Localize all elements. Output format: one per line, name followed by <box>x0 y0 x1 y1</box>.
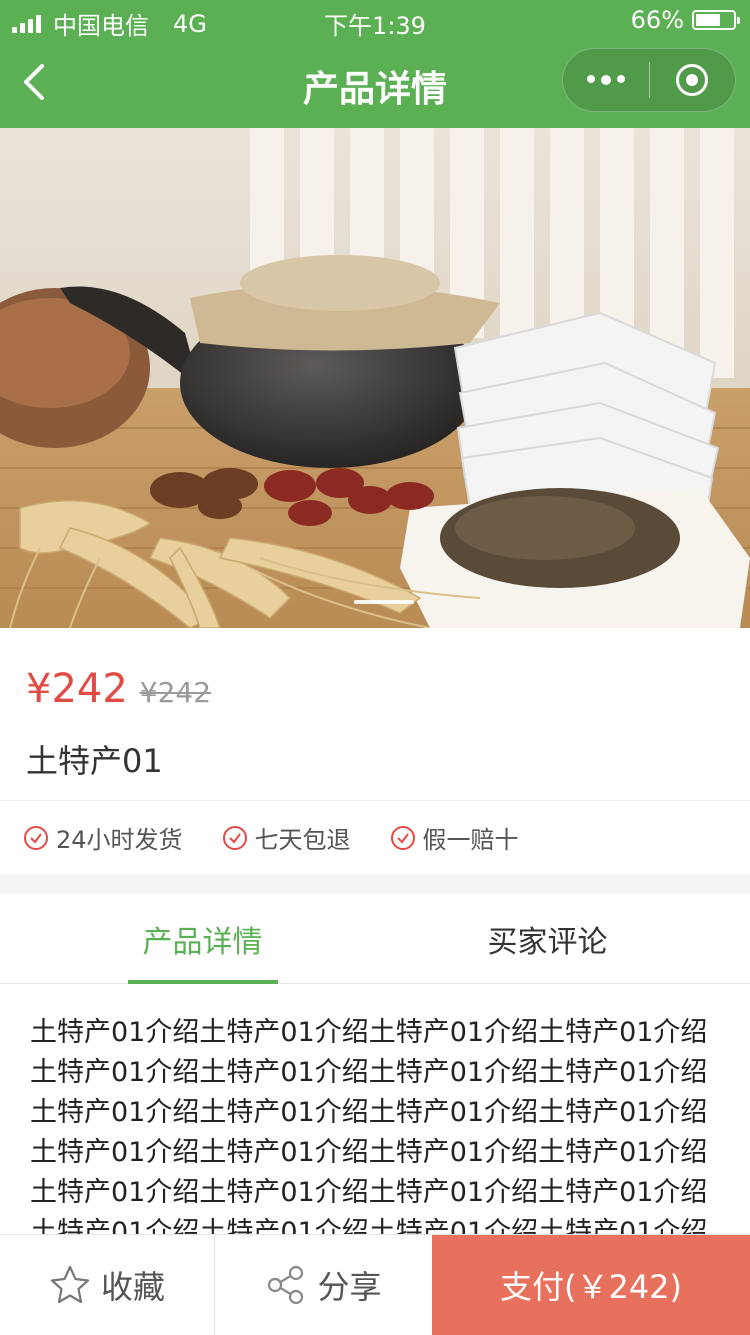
guarantee-label: 假一赔十 <box>422 826 519 854</box>
guarantee-label: 24小时发货 <box>56 826 183 854</box>
carousel-indicator <box>354 600 414 604</box>
original-price: ¥242 <box>139 676 212 709</box>
battery-icon <box>692 10 740 30</box>
more-button[interactable] <box>563 49 649 111</box>
guarantee-item: 24小时发货 <box>24 820 183 855</box>
bottom-action-bar: 收藏 分享 支付(￥242) <box>0 1234 750 1335</box>
battery-percent: 66% <box>630 6 684 34</box>
price-section: ¥242 ¥242 土特产01 <box>0 628 750 800</box>
nav-bar: 产品详情 <box>0 40 750 128</box>
guarantee-bar: 24小时发货 七天包退 假一赔十 <box>0 800 750 874</box>
guarantee-item: 假一赔十 <box>390 820 519 855</box>
product-name: 土特产01 <box>26 742 163 780</box>
target-circle-icon <box>676 64 709 96</box>
tab-product-detail[interactable]: 产品详情 <box>15 894 390 984</box>
product-gallery[interactable] <box>0 128 750 628</box>
check-circle-icon <box>390 825 415 850</box>
pay-button[interactable]: 支付(￥242) <box>432 1235 750 1335</box>
guarantee-item: 七天包退 <box>222 820 351 855</box>
product-description: 土特产01介绍土特产01介绍土特产01介绍土特产01介绍土特产01介绍土特产01… <box>0 985 750 1235</box>
price-row: ¥242 ¥242 <box>26 666 211 712</box>
product-photo <box>0 128 750 628</box>
share-label: 分享 <box>317 1268 382 1306</box>
check-circle-icon <box>24 825 48 850</box>
status-right: 66% <box>630 6 740 34</box>
check-circle-icon <box>222 825 247 850</box>
tab-active-underline <box>128 980 278 984</box>
mini-program-capsule <box>562 48 736 112</box>
favorite-button[interactable]: 收藏 <box>0 1235 215 1335</box>
share-icon <box>268 1265 304 1305</box>
description-text: 土特产01介绍土特产01介绍土特产01介绍土特产01介绍土特产01介绍土特产01… <box>30 1017 708 1235</box>
current-price: ¥242 <box>26 666 128 712</box>
tab-buyer-reviews[interactable]: 买家评论 <box>360 894 735 984</box>
status-bar: 中国电信 4G 下午1:39 66% <box>0 0 750 40</box>
detail-tabs: 产品详情 买家评论 <box>0 894 750 984</box>
more-dots-icon <box>586 75 625 85</box>
share-button[interactable]: 分享 <box>215 1235 432 1335</box>
guarantee-label: 七天包退 <box>254 826 351 854</box>
section-divider <box>0 874 750 894</box>
favorite-label: 收藏 <box>100 1268 165 1306</box>
star-icon <box>50 1265 90 1304</box>
close-button[interactable] <box>650 49 736 111</box>
